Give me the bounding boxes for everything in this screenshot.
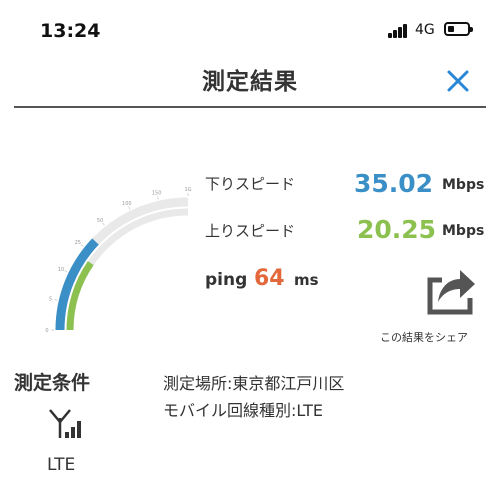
status-time: 13:24: [40, 20, 101, 42]
measurement-location: 測定場所:東京都江戸川区: [163, 374, 345, 393]
upload-unit: Mbps: [442, 223, 485, 239]
gauge-scale-label: 150: [152, 191, 162, 197]
page-title: 測定結果: [202, 69, 298, 95]
network-type-label: LTE: [47, 455, 76, 475]
download-value: 35.02: [354, 169, 434, 198]
gauge-tick: [128, 206, 131, 210]
download-unit: Mbps: [442, 177, 485, 193]
upload-label: 上りスピード: [205, 222, 296, 240]
gauge-tick: [102, 222, 105, 226]
download-label: 下りスピード: [205, 175, 296, 193]
speed-gauge: 0 5 10 25 50 100 150 1G: [45, 187, 191, 334]
gauge-tick: [157, 196, 159, 200]
mobile-line-type: モバイル回線種別:LTE: [163, 401, 323, 420]
ping-value: 64: [254, 266, 285, 291]
header-divider: [14, 106, 486, 108]
ping-label: ping: [205, 270, 248, 290]
network-type: 4G: [415, 22, 435, 38]
gauge-tick: [80, 244, 84, 247]
gauge-scale-label: 10: [58, 267, 64, 273]
close-icon[interactable]: [443, 66, 473, 96]
gauge-scale-label: 1G: [184, 187, 191, 193]
gauge-tick: [54, 299, 58, 301]
conditions-title: 測定条件: [14, 372, 91, 394]
gauge-scale-label: 100: [122, 201, 132, 207]
gauge-scale-label: 0: [45, 328, 48, 334]
antenna-signal-icon: [49, 409, 81, 438]
status-bar: 13:24 4G: [0, 0, 500, 60]
cellular-signal-icon: [388, 24, 410, 38]
gauge-scale-label: 25: [75, 240, 81, 246]
gauge-scale-label: 50: [97, 218, 103, 224]
gauge-tick: [64, 270, 68, 273]
gauge-scale-label: 5: [49, 297, 52, 303]
upload-value: 20.25: [357, 215, 437, 244]
share-icon[interactable]: [426, 262, 476, 317]
share-label[interactable]: この結果をシェア: [380, 329, 468, 345]
ping-unit: ms: [294, 271, 319, 289]
battery-icon: [444, 22, 473, 36]
